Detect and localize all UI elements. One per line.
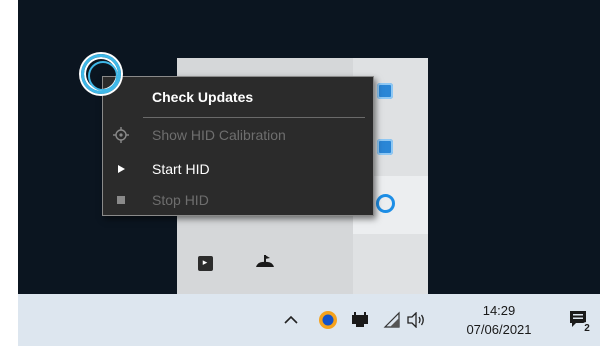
play-icon	[113, 161, 129, 177]
notification-count-badge: 2	[580, 322, 594, 336]
crosshair-icon	[113, 127, 129, 143]
menu-separator	[143, 117, 365, 118]
menu-item-show-hid-calibration: Show HID Calibration	[103, 123, 373, 147]
notification-icon[interactable]: 2	[564, 304, 594, 336]
blue-app-icon[interactable]	[374, 80, 396, 102]
stop-icon	[113, 192, 129, 208]
chevron-up-icon[interactable]	[280, 308, 302, 332]
menu-item-label: Show HID Calibration	[152, 127, 286, 143]
click-indicator-ring	[81, 54, 121, 94]
battery-icon[interactable]	[348, 308, 372, 332]
context-menu: Check Updates Show HID Calibration Start…	[102, 76, 374, 216]
cloud-app-icon[interactable]	[252, 250, 278, 274]
wifi-icon[interactable]	[380, 308, 404, 332]
menu-item-label: Start HID	[152, 161, 210, 177]
bluetooth-icon[interactable]	[316, 308, 340, 332]
menu-item-label: Check Updates	[152, 89, 254, 105]
taskbar-clock[interactable]: 14:29 07/06/2021	[454, 296, 544, 344]
clock-date: 07/06/2021	[466, 322, 532, 337]
volume-icon[interactable]	[404, 308, 428, 332]
menu-item-label: Stop HID	[152, 192, 209, 208]
menu-item-start-hid[interactable]: Start HID	[103, 157, 373, 181]
circle-app-icon[interactable]	[374, 192, 396, 214]
shield-app-icon[interactable]	[374, 136, 396, 158]
desktop: ▸ 14:29 07/06/2021 2 Check Updates Show …	[18, 0, 600, 346]
terminal-icon[interactable]: ▸	[194, 252, 216, 274]
menu-item-check-updates[interactable]: Check Updates	[103, 85, 373, 109]
clock-time: 14:29	[482, 303, 516, 318]
menu-item-stop-hid: Stop HID	[103, 188, 373, 212]
taskbar: 14:29 07/06/2021 2	[18, 294, 600, 346]
